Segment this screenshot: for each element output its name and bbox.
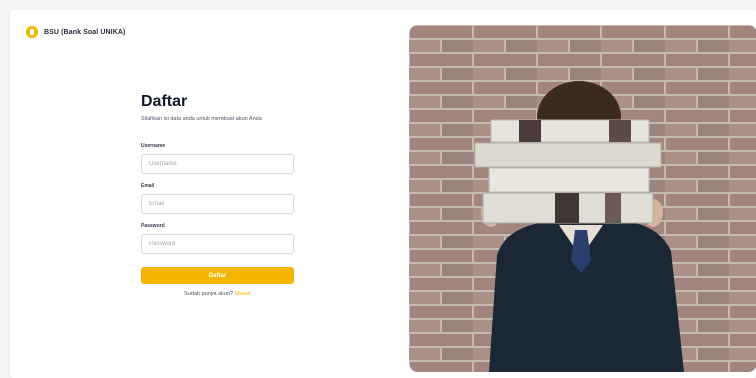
register-form: Daftar Silahkan isi data anda untuk memb… <box>141 92 296 297</box>
hero-image <box>409 25 756 372</box>
password-label: Password <box>141 223 165 229</box>
password-input[interactable] <box>141 234 294 254</box>
brand-logo-icon <box>26 26 38 38</box>
brand-name: BSU (Bank Soal UNIKA) <box>44 28 126 36</box>
hero-photo-illustration <box>409 25 756 372</box>
page-subtitle: Silahkan isi data anda untuk membuat aku… <box>141 116 262 122</box>
email-input[interactable] <box>141 194 294 214</box>
register-button[interactable]: Daftar <box>141 267 294 284</box>
signin-prompt: Sudah punya akun? Masuk <box>141 291 294 297</box>
username-input[interactable] <box>141 154 294 174</box>
page-title: Daftar <box>141 93 188 110</box>
signin-link[interactable]: Masuk <box>235 291 251 297</box>
brand-header[interactable]: BSU (Bank Soal UNIKA) <box>26 26 125 38</box>
signin-prompt-text: Sudah punya akun? <box>184 291 234 297</box>
register-page: BSU (Bank Soal UNIKA) Daftar Silahkan is… <box>10 10 756 378</box>
email-label: Email <box>141 183 155 189</box>
username-label: Username <box>141 143 166 149</box>
